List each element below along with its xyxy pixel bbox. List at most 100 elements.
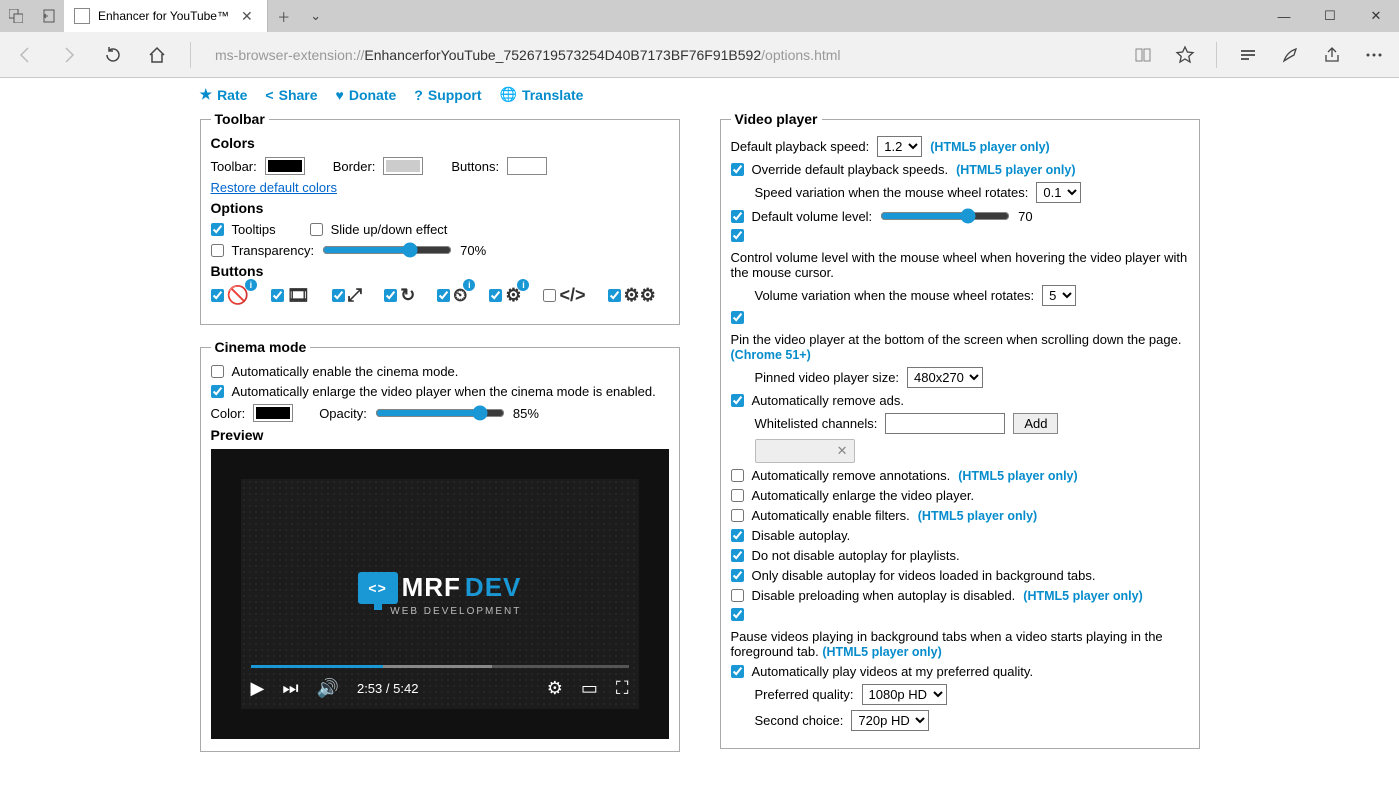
cinema-opacity-slider[interactable] [375,405,505,421]
cinema-color-swatch[interactable] [253,404,293,422]
toolbar-color-swatch[interactable] [265,157,305,175]
only-bg-autoplay-checkbox[interactable] [731,569,744,582]
btn-options-checkbox[interactable] [608,289,621,302]
default-volume-checkbox[interactable] [731,210,744,223]
disable-autoplay-label: Disable autoplay. [752,528,851,543]
rate-link[interactable]: ★Rate [200,86,248,103]
transparency-checkbox[interactable] [211,244,224,257]
auto-quality-checkbox[interactable] [731,665,744,678]
tab-actions-icon[interactable] [0,0,32,32]
reading-view-icon[interactable] [1124,36,1162,74]
cinema-color-label: Color: [211,406,246,421]
support-link[interactable]: ?Support [414,87,481,103]
html5-note: (HTML5 player only) [958,469,1077,483]
restore-colors-link[interactable]: Restore default colors [211,180,337,195]
translate-link[interactable]: 🌐Translate [500,86,584,103]
override-speeds-checkbox[interactable] [731,163,744,176]
share-link[interactable]: <Share [265,87,317,103]
default-volume-value: 70 [1018,209,1032,224]
cinema-auto-enable-checkbox[interactable] [211,365,224,378]
auto-filters-checkbox[interactable] [731,509,744,522]
only-bg-autoplay-label: Only disable autoplay for videos loaded … [752,568,1096,583]
window-maximize-button[interactable]: ☐ [1307,0,1353,32]
cinema-auto-enlarge-checkbox[interactable] [211,385,224,398]
progress-bar[interactable] [251,665,629,668]
whitelist-input[interactable] [885,413,1005,434]
pinned-size-select[interactable]: 480x270 [907,367,983,388]
browser-tab[interactable]: Enhancer for YouTube™ ✕ [64,0,268,32]
playback-speed-select[interactable]: 1.2 [877,136,922,157]
close-tab-icon[interactable]: ✕ [237,8,257,25]
window-close-button[interactable]: ✕ [1353,0,1399,32]
add-button[interactable]: Add [1013,413,1058,434]
preferred-quality-select[interactable]: 1080p HD [862,684,947,705]
btn-size-checkbox[interactable] [332,289,345,302]
auto-quality-label: Automatically play videos at my preferre… [752,664,1034,679]
slide-effect-checkbox[interactable] [310,223,323,236]
buttons-color-swatch[interactable] [507,157,547,175]
pin-player-checkbox[interactable] [731,311,744,324]
toolbar-legend: Toolbar [211,111,269,127]
playback-speed-label: Default playback speed: [731,139,870,154]
no-disable-playlists-checkbox[interactable] [731,549,744,562]
btn-loop-checkbox[interactable] [384,289,397,302]
address-bar[interactable]: ms-browser-extension://EnhancerforYouTub… [205,41,1118,69]
volume-icon[interactable]: 🔊 [317,678,339,699]
set-aside-tabs-icon[interactable] [32,0,64,32]
volume-variation-select[interactable]: 5 [1042,285,1076,306]
url-path: /options.html [761,47,840,63]
new-tab-button[interactable]: ＋ [268,0,300,32]
mock-player: <> MRFDEV WEB DEVELOPMENT ▶ ⏭ 🔊 2:53 / 5… [241,479,639,709]
favorite-star-icon[interactable] [1166,36,1204,74]
play-icon[interactable]: ▶ [251,678,265,699]
more-icon[interactable] [1355,36,1393,74]
url-prefix: ms-browser-extension:// [215,47,364,63]
pause-bg-checkbox[interactable] [731,608,744,621]
pin-player-label: Pin the video player at the bottom of th… [731,332,1189,362]
whitelist-entry[interactable]: ✕ [755,439,855,463]
transparency-slider[interactable] [322,242,452,258]
default-volume-slider[interactable] [880,208,1010,224]
next-icon[interactable]: ⏭ [282,678,298,699]
fullscreen-icon[interactable]: ⛶ [616,678,629,699]
nav-refresh-button[interactable] [94,36,132,74]
btn-block-checkbox[interactable] [211,289,224,302]
disable-autoplay-checkbox[interactable] [731,529,744,542]
settings-gear-icon[interactable]: ⚙ [547,678,563,699]
remove-ads-checkbox[interactable] [731,394,744,407]
second-choice-select[interactable]: 720p HD [851,710,929,731]
slide-effect-label: Slide up/down effect [331,222,448,237]
page-scroll-area[interactable]: ★Rate <Share ♥Donate ?Support 🌐Translate… [0,78,1399,787]
cinema-preview: <> MRFDEV WEB DEVELOPMENT ▶ ⏭ 🔊 2:53 / 5… [211,449,669,739]
control-volume-wheel-checkbox[interactable] [731,229,744,242]
nav-forward-button[interactable] [50,36,88,74]
tooltips-checkbox[interactable] [211,223,224,236]
donate-link[interactable]: ♥Donate [336,87,397,103]
theater-icon[interactable]: ▭ [581,678,598,699]
auto-enlarge-player-checkbox[interactable] [731,489,744,502]
notes-icon[interactable] [1271,36,1309,74]
info-badge-icon: i [517,279,529,291]
auto-enlarge-player-label: Automatically enlarge the video player. [752,488,975,503]
tab-dropdown-icon[interactable]: ⌄ [300,0,332,32]
border-color-swatch[interactable] [383,157,423,175]
info-badge-icon: i [463,279,475,291]
hub-icon[interactable] [1229,36,1267,74]
remove-annotations-checkbox[interactable] [731,469,744,482]
btn-filters-checkbox[interactable] [489,289,502,302]
logo-dev-text: DEV [465,572,521,603]
nav-home-button[interactable] [138,36,176,74]
share-icon[interactable] [1313,36,1351,74]
tab-title: Enhancer for YouTube™ [98,9,229,23]
speed-variation-select[interactable]: 0.1 [1036,182,1081,203]
nav-back-button[interactable] [6,36,44,74]
btn-script-checkbox[interactable] [543,289,556,302]
window-titlebar: Enhancer for YouTube™ ✕ ＋ ⌄ — ☐ ✕ [0,0,1399,32]
logo-mrf: MRF [402,572,461,603]
cinema-icon: 🎞 [287,285,310,306]
window-minimize-button[interactable]: — [1261,0,1307,32]
btn-speed-checkbox[interactable] [437,289,450,302]
override-speeds-label: Override default playback speeds. [752,162,949,177]
btn-cinema-checkbox[interactable] [271,289,284,302]
disable-preload-checkbox[interactable] [731,589,744,602]
